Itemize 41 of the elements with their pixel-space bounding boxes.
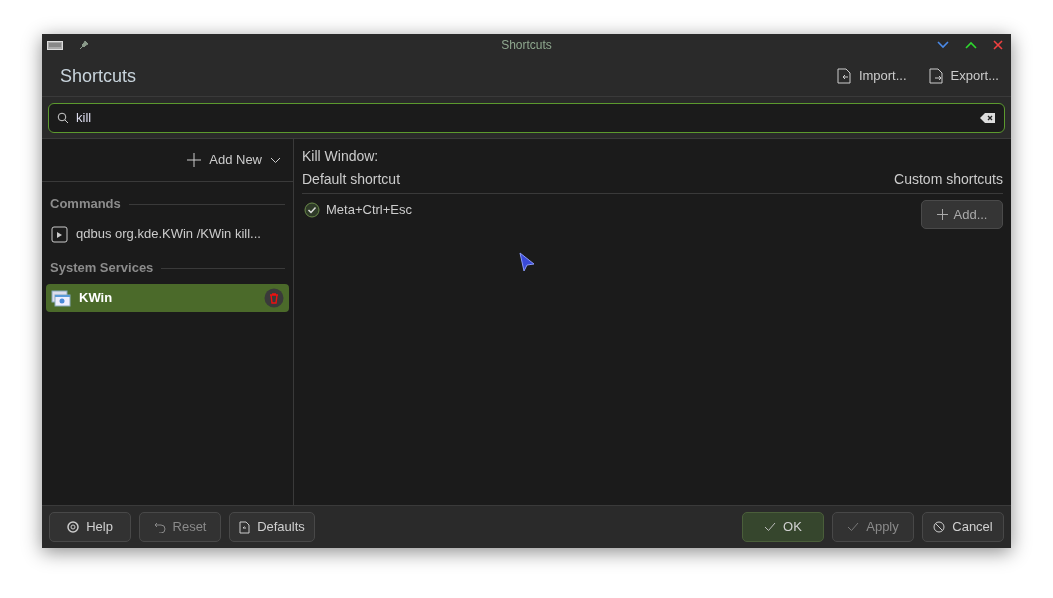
plus-icon [187,153,202,167]
shortcut-label: Meta+Ctrl+Esc [326,201,412,219]
checkmark-icon [764,522,777,532]
trash-icon[interactable] [264,288,284,308]
ok-button[interactable]: OK [742,512,824,542]
search-icon [57,111,69,124]
terminal-window-icon [51,225,68,243]
mouse-pointer-icon [519,252,535,272]
cancel-button[interactable]: Cancel [922,512,1004,542]
minimize-icon[interactable] [937,41,949,49]
export-button[interactable]: Export... [928,66,999,86]
add-new-button[interactable]: Add New [187,150,281,170]
file-icon [239,520,251,534]
group-header: System Services [50,259,154,278]
checkmark-icon [847,522,860,532]
windows-icon [51,289,71,307]
group-header: Commands [50,195,121,214]
clear-icon[interactable] [980,111,996,124]
undo-icon [153,521,166,533]
maximize-icon[interactable] [965,41,977,49]
defaults-button[interactable]: Defaults [229,512,315,542]
sidebar-item[interactable]: KWin [46,284,289,312]
sidebar-item[interactable]: qdbus org.kde.KWin /KWin kill... [46,220,289,248]
file-import-icon [836,68,852,84]
column-header: Default shortcut [302,170,401,189]
search-field[interactable]: kill [48,102,1005,133]
chevron-down-icon [270,156,281,164]
add-shortcut-button[interactable]: Add... [921,200,1003,229]
plus-icon [936,209,948,220]
import-button[interactable]: Import... [836,66,907,86]
file-export-icon [928,68,944,84]
lifebuoy-icon [67,521,80,533]
help-button[interactable]: Help [49,512,131,542]
action-title: Kill Window: [302,147,380,165]
close-icon[interactable] [993,40,1003,50]
window-title: Shortcuts [501,37,552,54]
page-title: Shortcuts [60,64,137,88]
pin-icon[interactable] [79,40,89,50]
keyboard-icon [47,40,63,50]
cancel-icon [933,521,946,533]
column-header: Custom shortcuts [894,170,1003,189]
